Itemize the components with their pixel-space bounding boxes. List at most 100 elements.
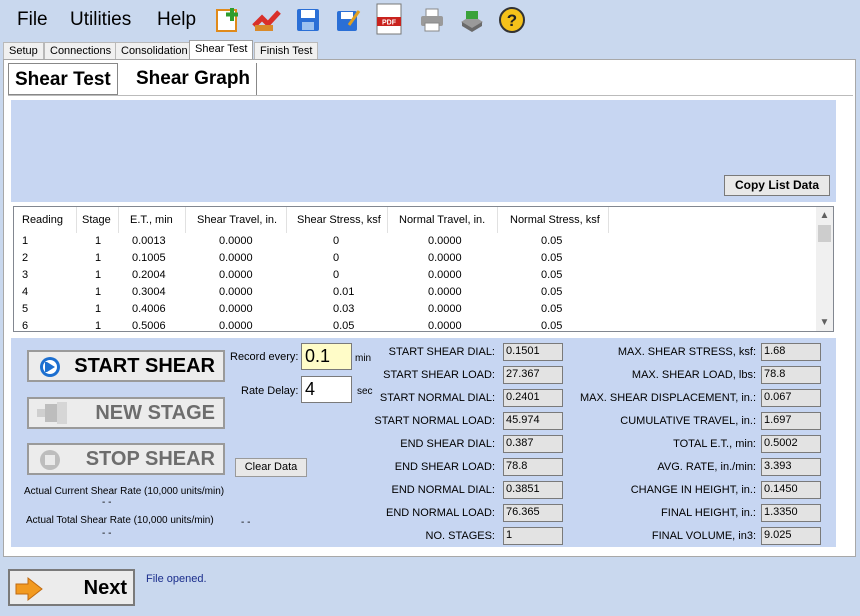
open-icon[interactable]: [252, 5, 282, 35]
next-button[interactable]: Next: [8, 569, 135, 606]
list-row[interactable]: 3 1 0.2004 0.0000 0 0.0000 0.05: [14, 269, 814, 286]
col-divider[interactable]: [76, 207, 77, 233]
new-stage-button[interactable]: NEW STAGE: [27, 397, 225, 429]
list-row[interactable]: 1 1 0.0013 0.0000 0 0.0000 0.05: [14, 235, 814, 252]
field-value: 0.1450: [761, 481, 821, 499]
tab-shear-test[interactable]: Shear Test: [189, 40, 254, 61]
readings-list[interactable]: Reading Stage E.T., min Shear Travel, in…: [13, 206, 834, 332]
status-message: File opened.: [146, 573, 207, 585]
start-shear-label: START SHEAR: [74, 354, 215, 377]
record-every-input[interactable]: 0.1: [301, 343, 352, 370]
col-divider[interactable]: [118, 207, 119, 233]
list-cell: 5: [22, 303, 29, 315]
col-divider[interactable]: [608, 207, 609, 233]
field-value: 0.2401: [503, 389, 563, 407]
field-label: AVG. RATE, in./min:: [657, 461, 756, 473]
field-label: CUMULATIVE TRAVEL, in.:: [620, 415, 756, 427]
col-normal-stress[interactable]: Normal Stress, ksf: [510, 214, 600, 226]
col-normal-travel[interactable]: Normal Travel, in.: [399, 214, 485, 226]
scroll-up-icon[interactable]: ▲: [816, 207, 833, 224]
col-divider[interactable]: [387, 207, 388, 233]
pdf-icon[interactable]: PDF: [374, 3, 404, 35]
field-label: END SHEAR DIAL:: [400, 438, 495, 450]
field-value: 76.365: [503, 504, 563, 522]
save-icon[interactable]: [293, 5, 323, 35]
list-row[interactable]: 6 1 0.5006 0.0000 0.05 0.0000 0.05: [14, 320, 814, 332]
actual-current-rate-value: - -: [102, 497, 112, 508]
list-cell: 1: [95, 252, 102, 264]
print-icon[interactable]: [417, 5, 447, 35]
record-every-label: Record every:: [230, 351, 299, 363]
menu-help[interactable]: Help: [157, 9, 196, 31]
field-value: 1: [503, 527, 563, 545]
tab-setup[interactable]: Setup: [3, 42, 44, 60]
stop-shear-button[interactable]: STOP SHEAR: [27, 443, 225, 475]
list-cell: 0.5006: [132, 320, 166, 332]
rate-delay-input[interactable]: 4: [301, 376, 352, 403]
list-scrollbar[interactable]: ▲ ▼: [816, 207, 833, 331]
list-cell: 0.4006: [132, 303, 166, 315]
help-icon[interactable]: ?: [497, 5, 527, 35]
field-value: 0.387: [503, 435, 563, 453]
col-reading[interactable]: Reading: [22, 214, 63, 226]
field-value: 78.8: [761, 366, 821, 384]
subtab-divider: [8, 95, 853, 96]
field-value: 1.3350: [761, 504, 821, 522]
list-cell: 0.0000: [219, 303, 253, 315]
list-cell: 0.05: [541, 235, 563, 247]
actual-total-rate-value-2: - -: [241, 517, 251, 528]
list-cell: 1: [95, 320, 102, 332]
col-divider[interactable]: [497, 207, 498, 233]
menu-utilities[interactable]: Utilities: [70, 9, 131, 31]
col-divider[interactable]: [185, 207, 186, 233]
new-icon[interactable]: [213, 5, 243, 35]
main-tabs: Setup Connections Consolidation Shear Te…: [0, 40, 860, 61]
list-cell: 0.05: [541, 252, 563, 264]
list-cell: 0.0013: [132, 235, 166, 247]
start-shear-button[interactable]: START SHEAR: [27, 350, 225, 382]
scroll-down-icon[interactable]: ▼: [816, 314, 833, 331]
list-row[interactable]: 5 1 0.4006 0.0000 0.03 0.0000 0.05: [14, 303, 814, 320]
play-icon: [39, 356, 61, 384]
list-cell: 0.05: [333, 320, 355, 332]
field-value: 0.5002: [761, 435, 821, 453]
field-label: START SHEAR DIAL:: [388, 346, 495, 358]
menu-file[interactable]: File: [17, 9, 48, 31]
field-label: MAX. SHEAR DISPLACEMENT, in.:: [579, 392, 756, 404]
subtab-shear-test[interactable]: Shear Test: [8, 63, 118, 95]
field-label: MAX. SHEAR LOAD, lbs:: [631, 369, 756, 381]
col-stage[interactable]: Stage: [82, 214, 111, 226]
clear-data-button[interactable]: Clear Data: [235, 458, 307, 477]
list-cell: 0.1005: [132, 252, 166, 264]
save-as-icon[interactable]: [333, 5, 363, 35]
scroll-thumb[interactable]: [818, 225, 831, 242]
field-value: 1.68: [761, 343, 821, 361]
tab-connections[interactable]: Connections: [44, 42, 118, 60]
col-divider[interactable]: [286, 207, 287, 233]
list-row[interactable]: 2 1 0.1005 0.0000 0 0.0000 0.05: [14, 252, 814, 269]
col-shear-travel[interactable]: Shear Travel, in.: [197, 214, 277, 226]
field-label: END SHEAR LOAD:: [394, 461, 495, 473]
field-label: CHANGE IN HEIGHT, in.:: [630, 484, 756, 496]
actual-total-rate-label: Actual Total Shear Rate (10,000 units/mi…: [26, 515, 214, 526]
col-shear-stress[interactable]: Shear Stress, ksf: [297, 214, 381, 226]
list-cell: 0.0000: [428, 252, 462, 264]
list-cell: 0: [333, 235, 340, 247]
tab-consolidation[interactable]: Consolidation: [115, 42, 194, 60]
list-cell: 0.05: [541, 286, 563, 298]
list-cell: 4: [22, 286, 29, 298]
menu-bar: File Utilities Help PDF ?: [0, 0, 860, 40]
list-cell: 0: [333, 269, 340, 281]
list-row[interactable]: 4 1 0.3004 0.0000 0.01 0.0000 0.05: [14, 286, 814, 303]
list-cell: 0.0000: [219, 269, 253, 281]
list-cell: 0.0000: [428, 235, 462, 247]
export-icon[interactable]: [457, 5, 487, 35]
field-label: MAX. SHEAR STRESS, ksf:: [617, 346, 756, 358]
copy-list-data-button[interactable]: Copy List Data: [724, 175, 830, 196]
col-et[interactable]: E.T., min: [130, 214, 173, 226]
subtab-shear-graph[interactable]: Shear Graph: [130, 63, 258, 95]
field-value: 45.974: [503, 412, 563, 430]
list-cell: 0.01: [333, 286, 355, 298]
tab-finish-test[interactable]: Finish Test: [254, 42, 319, 60]
list-cell: 0.0000: [428, 269, 462, 281]
